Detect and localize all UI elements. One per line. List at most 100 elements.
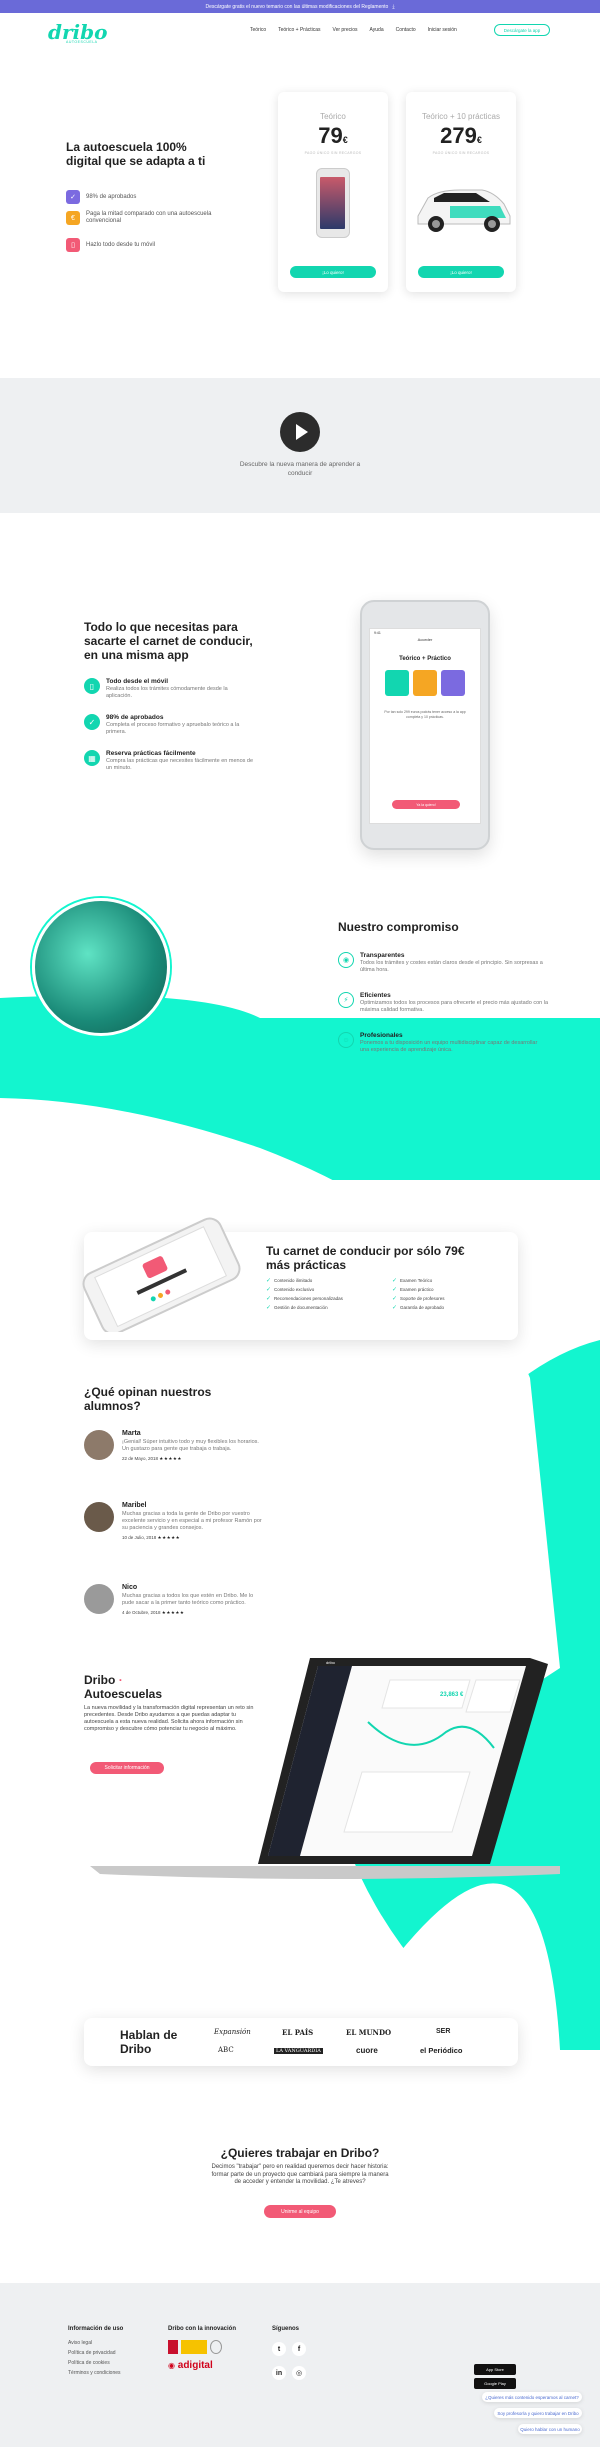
play-icon[interactable] <box>280 412 320 452</box>
facebook-icon[interactable]: f <box>292 2342 306 2356</box>
logo-subtitle: AUTOESCUELA <box>66 40 98 44</box>
dashboard-brand: dribo <box>326 1660 335 1665</box>
link-privacidad[interactable]: Política de privacidad <box>68 2348 168 2358</box>
plan-sub: PAGO ÚNICO SIN RECARGOS <box>432 151 490 155</box>
check-icon: ✓ <box>266 1287 272 1293</box>
phone-text: Por tan solo 299 euros podrás tener acce… <box>384 710 466 719</box>
commitment-efficient: ⚡ Eficientes Optimizamos todos los proces… <box>338 992 548 1014</box>
item-title: Eficientes <box>360 992 391 999</box>
item-desc: Realiza todos los trámites cómodamente d… <box>106 686 228 699</box>
review-text: Muchas gracias a toda la gente de Dribo … <box>122 1511 262 1531</box>
plan-sub: PAGO ÚNICO SIN RECARGOS <box>304 151 362 155</box>
avatar <box>84 1584 114 1614</box>
item-desc: Optimizamos todos los procesos para ofre… <box>360 1000 549 1013</box>
phone-icon: ▯ <box>84 678 100 694</box>
google-play-button[interactable]: Google Play <box>474 2378 516 2389</box>
link-aviso-legal[interactable]: Aviso legal <box>68 2338 168 2348</box>
logo-elperiodico: el Periódico <box>420 2046 463 2055</box>
check-item: ✓ Recomendaciones personalizadas <box>266 1296 343 1302</box>
stars-icon: ★★★★★ <box>159 1456 182 1461</box>
review-date: 22 de Mayo, 2018 ★★★★★ <box>122 1456 182 1461</box>
logo-elmundo: EL MUNDO <box>346 2028 392 2037</box>
link-cookies[interactable]: Política de cookies <box>68 2358 168 2368</box>
nav-iniciar-sesion[interactable]: Iniciar sesión <box>428 27 457 33</box>
laptop-dashboard-image <box>90 1658 560 1879</box>
nav-teorico-practicas[interactable]: Teórico + Prácticas <box>278 27 320 33</box>
check-icon: ✓ <box>266 1305 272 1311</box>
chat-option-1[interactable]: ¿Quieres más contenido esperamos al carn… <box>482 2392 582 2402</box>
pricing-features-col2: ✓ Examen Teórico ✓ Examen práctico ✓ Soport… <box>392 1276 482 1312</box>
footer-col-info: Información de uso Aviso legal Política … <box>68 2326 168 2378</box>
feature-text: Paga la mitad comparado con una autoescu… <box>86 211 212 224</box>
feature-text: Hazlo todo desde tu móvil <box>86 241 156 248</box>
avatar <box>84 1430 114 1460</box>
nav-contacto[interactable]: Contacto <box>396 27 416 33</box>
pricing-features-col1: ✓ Contenido ilimitado ✓ Contenido exclusiv… <box>266 1276 356 1312</box>
nav-teorico[interactable]: Teórico <box>250 27 266 33</box>
item-title: Reserva prácticas fácilmente <box>106 750 196 757</box>
phone-title: Teórico + Práctico <box>399 656 451 662</box>
logo-abc: ABC <box>218 2046 234 2054</box>
instagram-icon[interactable]: ◎ <box>292 2366 306 2380</box>
video-caption: Descubre la nueva manera de aprender a c… <box>239 461 361 477</box>
nav-ver-precios[interactable]: Ver precios <box>333 27 358 33</box>
lightning-icon: ⚡ <box>338 992 354 1008</box>
item-desc: Todos los trámites y costes están claros… <box>360 960 543 973</box>
chat-option-2[interactable]: Soy profesor/a y quiero trabajar en Drib… <box>494 2408 582 2418</box>
item-title: Todo desde el móvil <box>106 678 169 685</box>
car-image <box>417 189 511 232</box>
review-text: ¡Genial! Súper intuitivo todo y muy flex… <box>122 1439 259 1452</box>
feature-text: 98% de aprobados <box>86 193 137 200</box>
logo-ser: SER <box>436 2028 451 2035</box>
nav-ayuda[interactable]: Ayuda <box>370 27 384 33</box>
plan-card-teorico: Teórico 79€ PAGO ÚNICO SIN RECARGOS ¡Lo … <box>278 92 388 292</box>
download-app-button[interactable]: Descárgate la app <box>494 24 550 36</box>
adigital-logo[interactable]: ◉ adigital <box>168 2360 268 2371</box>
plan-teorico-button[interactable]: ¡Lo quiero! <box>290 266 376 278</box>
plan-price: 279€ <box>440 123 482 148</box>
ministry-logo <box>181 2340 207 2354</box>
logo-expansion: Expansión <box>214 2028 251 2036</box>
phone-image <box>316 168 350 238</box>
review-name: Marta <box>122 1430 141 1437</box>
tilted-phone-image <box>82 1217 241 1332</box>
plan-price: 79€ <box>318 123 348 148</box>
phone-tiles <box>370 670 480 696</box>
item-title: Transparentes <box>360 952 405 959</box>
press-box: Hablan de Dribo Expansión EL PAÍS EL MUN… <box>84 2018 518 2066</box>
review-maribel: Maribel Muchas gracias a toda la gente de… <box>84 1502 262 1541</box>
banner-text: Descárgate gratis el nuevo temario con l… <box>205 3 389 10</box>
link-terminos[interactable]: Términos y condiciones <box>68 2368 168 2378</box>
hero-feature-approved: ✓ 98% de aprobados <box>66 190 136 204</box>
check-item: ✓ Soporte de profesores <box>392 1296 445 1302</box>
check-icon: ✓ <box>266 1296 272 1302</box>
footer-col-innovation: Dribo con la innovación ◉ adigital <box>168 2326 268 2371</box>
jobs-text: Decimos "trabajar" pero en realidad quer… <box>211 2164 389 2185</box>
check-item: ✓ Examen Teórico <box>392 1278 433 1284</box>
plan-card-practicas: Teórico + 10 prácticas 279€ PAGO ÚNICO S… <box>406 92 516 292</box>
eu-logo <box>210 2340 222 2354</box>
app-phone-mockup: 9:41 Acceder Teórico + Práctico Por tan … <box>360 600 490 850</box>
review-date: 10 de Julio, 2018 ★★★★★ <box>122 1535 181 1540</box>
plan-name: Teórico <box>320 112 346 121</box>
twitter-icon[interactable]: t <box>272 2342 286 2356</box>
app-item-booking: ▦ Reserva prácticas fácilmente Compra las… <box>84 750 254 772</box>
join-team-button[interactable]: Unirme al equipo <box>264 2205 336 2218</box>
logo-cuore: cuore <box>356 2046 378 2055</box>
check-icon: ✓ <box>266 1278 272 1284</box>
linkedin-icon[interactable]: in <box>272 2366 286 2380</box>
check-icon: ✓ <box>392 1278 398 1284</box>
thumb-icon: ✓ <box>84 714 100 730</box>
top-banner[interactable]: Descárgate gratis el nuevo temario con l… <box>0 0 600 13</box>
reviews-title: ¿Qué opinan nuestros alumnos? <box>84 1385 212 1413</box>
plan-practicas-button[interactable]: ¡Lo quiero! <box>418 266 504 278</box>
thumb-icon: ✓ <box>66 190 80 204</box>
chat-option-3[interactable]: Quiero hablar con un humano <box>518 2424 582 2434</box>
phone-button[interactable]: Ya la quiero! <box>392 800 460 809</box>
avatar <box>84 1502 114 1532</box>
review-name: Maribel <box>122 1502 147 1509</box>
main-menu: Teórico Teórico + Prácticas Ver precios … <box>250 27 457 33</box>
check-item: ✓ Contenido ilimitado <box>266 1278 313 1284</box>
app-store-button[interactable]: App Store <box>474 2364 516 2375</box>
check-item: ✓ Gestión de documentación <box>266 1305 328 1311</box>
